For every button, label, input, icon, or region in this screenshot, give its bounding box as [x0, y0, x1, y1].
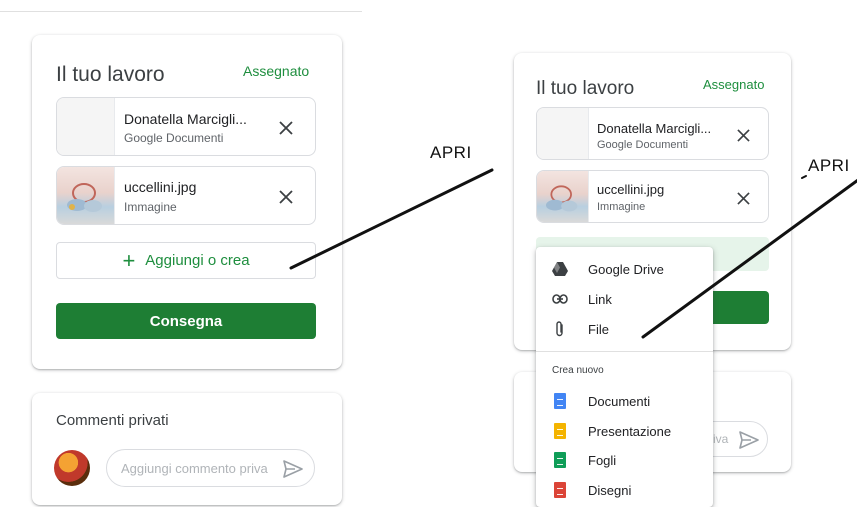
menu-item-drawings[interactable]: Disegni [536, 475, 713, 505]
menu-item-label: Google Drive [588, 261, 664, 277]
top-divider [0, 11, 362, 12]
attachment-name: Donatella Marcigli... [124, 111, 247, 127]
paperclip-icon [552, 320, 568, 338]
add-or-create-menu: Google Drive Link File Crea nuovo Docume… [536, 247, 713, 507]
annotation-tick-right [801, 175, 807, 179]
menu-item-label: Presentazione [588, 423, 672, 439]
menu-item-label: Disegni [588, 482, 632, 498]
menu-item-link[interactable]: Link [536, 284, 713, 314]
annotation-open-left: APRI [430, 143, 472, 162]
send-icon[interactable] [739, 431, 759, 449]
comment-input[interactable] [106, 449, 315, 487]
private-comments-card: Commenti privati [32, 393, 342, 505]
attachment-type: Immagine [597, 201, 646, 213]
remove-attachment-button[interactable] [272, 114, 300, 142]
doc-thumbnail [57, 98, 115, 155]
remove-attachment-button[interactable] [729, 184, 757, 212]
attachment-name: uccellini.jpg [597, 182, 665, 197]
menu-item-docs[interactable]: Documenti [536, 386, 713, 416]
comment-field[interactable] [121, 450, 281, 486]
menu-item-google-drive[interactable]: Google Drive [536, 254, 713, 284]
close-icon [279, 190, 293, 204]
add-or-create-button[interactable]: + Aggiungi o crea [56, 242, 316, 279]
attachment-name: Donatella Marcigli... [597, 121, 712, 136]
doc-thumbnail [537, 108, 589, 159]
comments-title: Commenti privati [56, 412, 169, 429]
docs-icon [552, 392, 568, 410]
menu-item-sheets[interactable]: Fogli [536, 445, 713, 475]
submit-button[interactable]: Consegna [56, 303, 316, 339]
avatar [54, 450, 90, 486]
plus-icon: + [122, 247, 136, 273]
remove-attachment-button[interactable] [272, 183, 300, 211]
attachment-type: Google Documenti [124, 131, 224, 145]
send-icon[interactable] [283, 460, 303, 478]
attachment-type: Google Documenti [597, 139, 689, 151]
image-thumbnail [57, 167, 115, 224]
attachment-type: Immagine [124, 200, 177, 214]
attachment-image[interactable]: uccellini.jpg Immagine [536, 170, 769, 223]
card-title: Il tuo lavoro [56, 63, 165, 86]
your-work-card: Il tuo lavoro Assegnato Donatella Marcig… [32, 35, 342, 369]
link-icon [552, 290, 568, 308]
remove-attachment-button[interactable] [729, 121, 757, 149]
menu-item-file[interactable]: File [536, 314, 713, 344]
birds-image [545, 185, 578, 212]
menu-item-label: File [588, 321, 609, 337]
menu-item-slides[interactable]: Presentazione [536, 416, 713, 446]
close-icon [279, 121, 293, 135]
annotation-open-right: APRI [808, 156, 850, 175]
menu-divider [536, 351, 713, 352]
status-label: Assegnato [703, 77, 765, 92]
close-icon [736, 128, 750, 142]
attachment-name: uccellini.jpg [124, 179, 197, 195]
add-or-create-label: Aggiungi o crea [145, 252, 250, 269]
card-title: Il tuo lavoro [536, 78, 635, 99]
menu-item-label: Link [588, 291, 612, 307]
attachment-doc[interactable]: Donatella Marcigli... Google Documenti [536, 107, 769, 160]
attachment-image[interactable]: uccellini.jpg Immagine [56, 166, 316, 225]
menu-item-label: Documenti [588, 393, 651, 409]
drawings-icon [552, 481, 568, 499]
slides-icon [552, 422, 568, 440]
menu-item-label: Fogli [588, 452, 617, 468]
status-label: Assegnato [243, 63, 310, 79]
sheets-icon [552, 451, 568, 469]
create-new-heading: Crea nuovo [552, 365, 604, 376]
google-drive-icon [552, 260, 568, 278]
image-thumbnail [537, 171, 589, 222]
close-icon [736, 191, 750, 205]
birds-image [67, 183, 102, 212]
attachment-doc[interactable]: Donatella Marcigli... Google Documenti [56, 97, 316, 156]
